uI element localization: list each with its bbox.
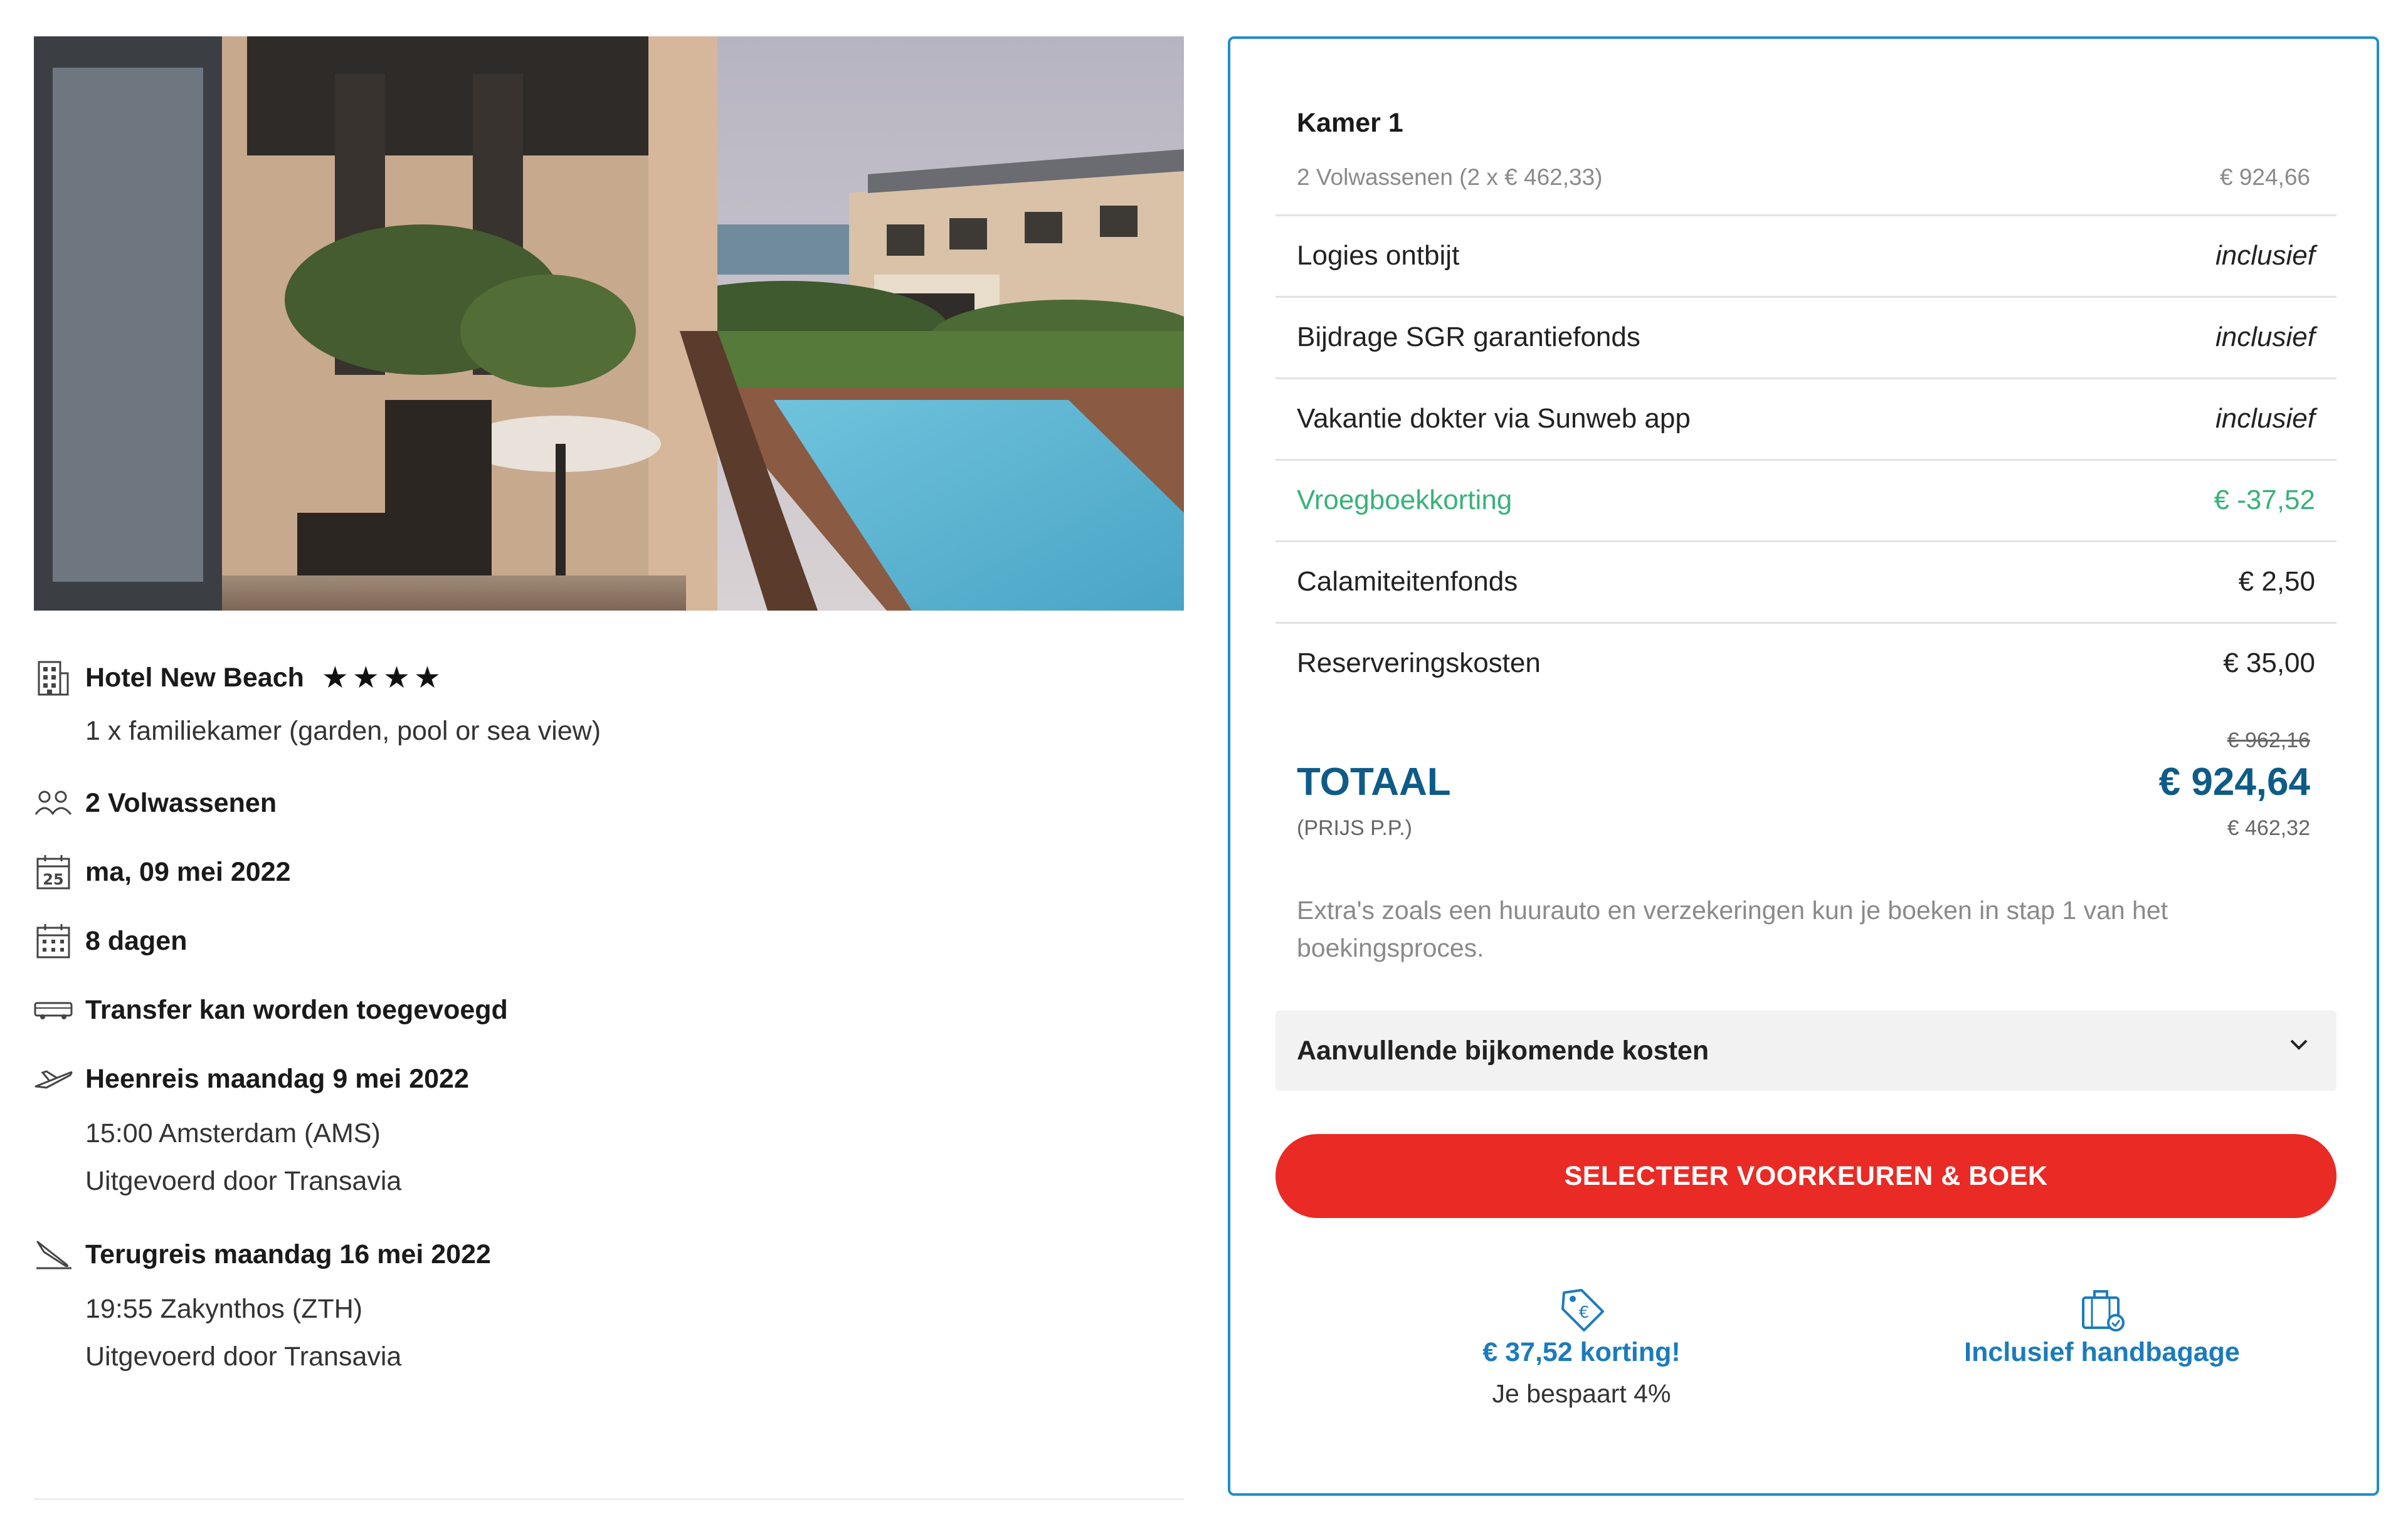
transfer-bus-icon: [34, 990, 73, 1029]
calendar-duration-icon: [34, 922, 73, 960]
return-title: Terugreis maandag 16 mei 2022: [85, 1239, 491, 1269]
price-summary-panel: Kamer 1 2 Volwassenen (2 x € 462,33) € 9…: [1228, 36, 2379, 1496]
travellers-row: 2 Volwassenen: [34, 784, 277, 822]
room-amount: € 924,66: [2219, 164, 2310, 190]
additional-costs-accordion[interactable]: Aanvullende bijkomende kosten: [1275, 1011, 2337, 1091]
room-title: Kamer 1: [1297, 108, 1403, 138]
line-item-value: inclusief: [2215, 322, 2315, 352]
baggage-usp: Inclusief handbagage: [1914, 1286, 2290, 1368]
outbound-title: Heenreis maandag 9 mei 2022: [85, 1063, 469, 1094]
date-row: 25 ma, 09 mei 2022: [34, 853, 291, 891]
discount-usp: € € 37,52 korting! Je bespaart 4%: [1393, 1286, 1770, 1409]
discount-tag-icon: €: [1393, 1286, 1770, 1337]
travellers-label: 2 Volwassenen: [85, 787, 277, 818]
price-line-item: Bijdrage SGR garantiefonds inclusief: [1275, 296, 2337, 377]
outbound-flight-row: Heenreis maandag 9 mei 2022: [34, 1059, 469, 1098]
baggage-usp-title: Inclusief handbagage: [1964, 1337, 2240, 1367]
booking-summary-page: Hotel New Beach ★★★★ 1 x familiekamer (g…: [0, 0, 2408, 1539]
plane-departure-icon: [34, 1059, 73, 1098]
line-item-value: € 2,50: [2238, 566, 2315, 597]
duration-row: 8 dagen: [34, 922, 187, 960]
price-per-person-label: (PRIJS P.P.): [1297, 816, 1412, 840]
line-item-label: Logies ontbijt: [1297, 240, 1460, 271]
transfer-row: Transfer kan worden toegevoegd: [34, 990, 508, 1029]
departure-date: ma, 09 mei 2022: [85, 856, 291, 887]
discount-usp-title: € 37,52 korting!: [1482, 1337, 1681, 1367]
hotel-star-rating: ★★★★: [321, 661, 445, 695]
line-item-value: € -37,52: [2214, 485, 2315, 515]
total-amount: € 924,64: [2158, 760, 2310, 804]
outbound-carrier: Uitgevoerd door Transavia: [85, 1166, 402, 1196]
hotel-icon: [34, 658, 73, 697]
hotel-photo-illustration: [34, 36, 1184, 611]
plane-arrival-icon: [34, 1235, 73, 1274]
return-flight-row: Terugreis maandag 16 mei 2022: [34, 1235, 491, 1274]
chevron-down-icon[interactable]: [2289, 1038, 2309, 1054]
room-type: 1 x familiekamer (garden, pool or sea vi…: [85, 716, 601, 746]
line-item-label: Bijdrage SGR garantiefonds: [1297, 322, 1640, 352]
discount-usp-subtitle: Je bespaart 4%: [1492, 1379, 1671, 1408]
calendar-date-icon: 25: [34, 853, 73, 891]
room-detail: 2 Volwassenen (2 x € 462,33): [1297, 164, 1603, 190]
select-preferences-book-button[interactable]: SELECTEER VOORKEUREN & BOEK: [1275, 1134, 2337, 1218]
calendar-day-number: 25: [43, 871, 63, 888]
travellers-icon: [34, 784, 73, 822]
line-item-value: € 35,00: [2223, 648, 2315, 678]
return-carrier: Uitgevoerd door Transavia: [85, 1342, 402, 1372]
price-line-item: Logies ontbijt inclusief: [1275, 214, 2337, 296]
svg-text:€: €: [1579, 1303, 1590, 1322]
line-item-value: inclusief: [2215, 403, 2315, 434]
old-price: € 962,16: [2227, 728, 2310, 752]
trip-duration: 8 dagen: [85, 925, 187, 956]
price-per-person-amount: € 462,32: [2227, 816, 2310, 840]
discount-line-item: Vroegboekkorting € -37,52: [1275, 459, 2337, 540]
transfer-label: Transfer kan worden toegevoegd: [85, 994, 508, 1025]
price-line-item: Calamiteitenfonds € 2,50: [1275, 540, 2337, 622]
hand-baggage-icon: [1914, 1286, 2290, 1337]
outbound-time: 15:00 Amsterdam (AMS): [85, 1118, 381, 1148]
hotel-row: Hotel New Beach ★★★★: [34, 658, 445, 697]
accordion-label: Aanvullende bijkomende kosten: [1297, 1036, 1709, 1066]
line-item-label: Calamiteitenfonds: [1297, 566, 1518, 597]
line-item-label: Vakantie dokter via Sunweb app: [1297, 403, 1691, 434]
hotel-name: Hotel New Beach: [85, 662, 304, 693]
hotel-photo: [34, 36, 1184, 611]
line-item-label: Reserveringskosten: [1297, 648, 1541, 678]
price-line-item: Reserveringskosten € 35,00: [1275, 622, 2337, 703]
return-time: 19:55 Zakynthos (ZTH): [85, 1294, 363, 1324]
line-item-label: Vroegboekkorting: [1297, 485, 1513, 515]
line-item-value: inclusief: [2215, 240, 2315, 271]
total-label: TOTAAL: [1297, 760, 1451, 804]
price-line-item: Vakantie dokter via Sunweb app inclusief: [1275, 377, 2337, 459]
extras-note: Extra's zoals een huurauto en verzekerin…: [1297, 896, 2168, 962]
section-divider: [34, 1498, 1184, 1500]
